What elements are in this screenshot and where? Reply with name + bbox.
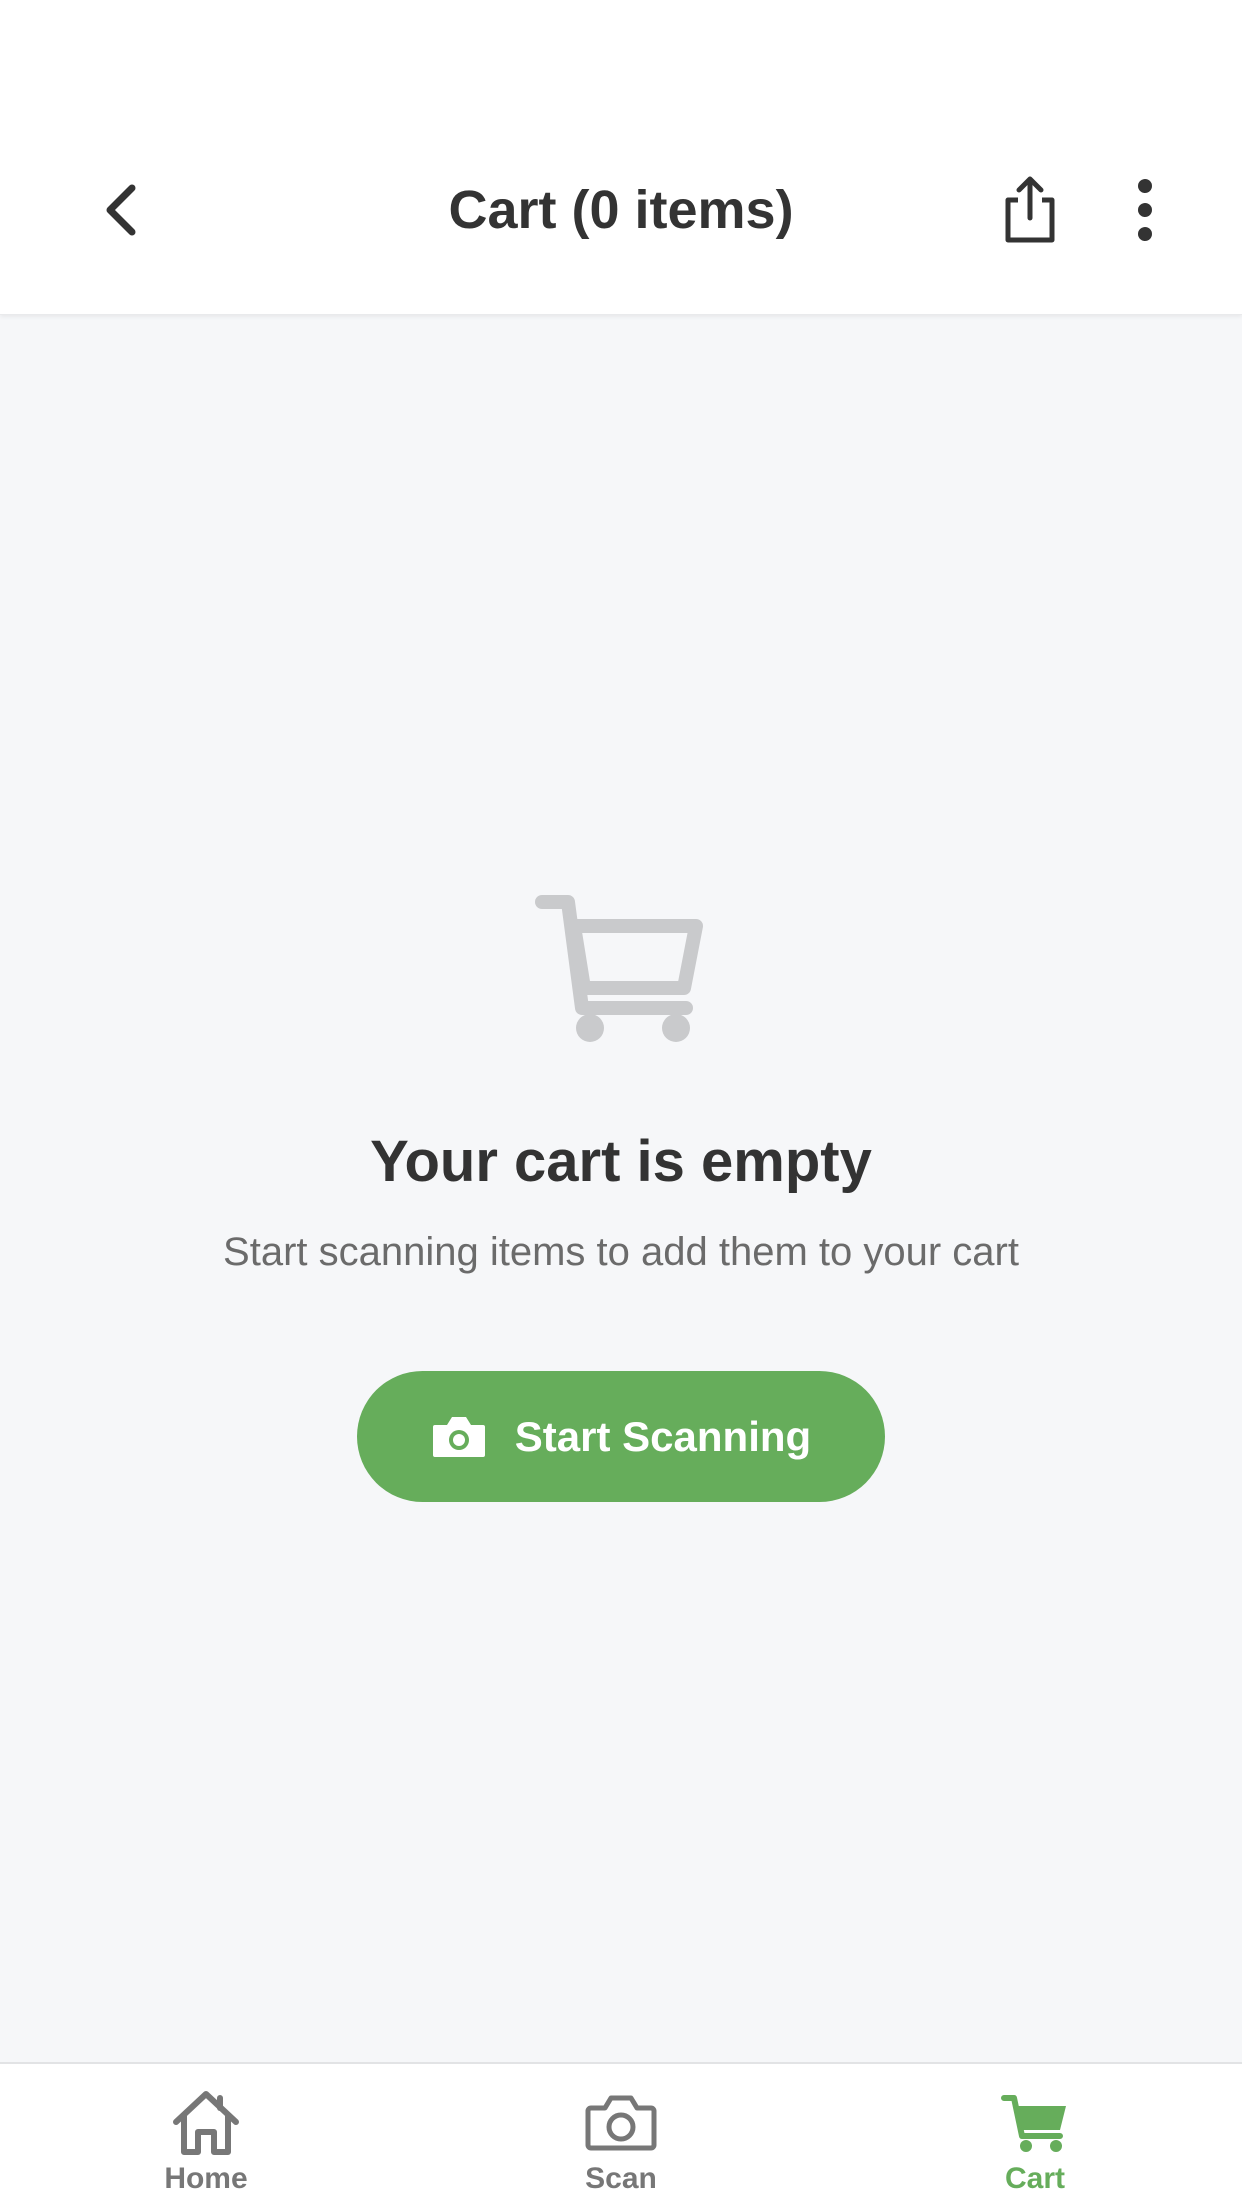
cart-icon [1000, 2088, 1070, 2158]
tab-home[interactable]: Home [96, 2064, 316, 2210]
tab-cart-label: Cart [1004, 2162, 1065, 2195]
bottom-tab-bar: Home Scan Cart [0, 2062, 1242, 2210]
empty-state-subtitle: Start scanning items to add them to your… [223, 1230, 1019, 1274]
more-options-button[interactable] [1115, 170, 1175, 250]
start-scanning-button[interactable]: Start Scanning [357, 1371, 885, 1502]
share-icon [1005, 176, 1055, 243]
tab-home-label: Home [164, 2162, 248, 2195]
shopping-cart-icon [530, 890, 710, 1050]
tab-scan[interactable]: Scan [511, 2064, 731, 2210]
more-vertical-icon [1138, 179, 1152, 241]
camera-icon [585, 2088, 657, 2158]
start-scanning-label: Start Scanning [514, 1412, 812, 1460]
top-app-bar: Cart (0 items) [0, 0, 1242, 315]
back-button[interactable] [90, 170, 150, 250]
empty-state-title: Your cart is empty [370, 1129, 872, 1194]
camera-icon [431, 1415, 487, 1459]
tab-scan-label: Scan [585, 2162, 657, 2195]
chevron-left-icon [106, 184, 136, 236]
home-icon [168, 2088, 244, 2158]
tab-cart[interactable]: Cart [925, 2064, 1145, 2210]
share-button[interactable] [990, 170, 1070, 250]
